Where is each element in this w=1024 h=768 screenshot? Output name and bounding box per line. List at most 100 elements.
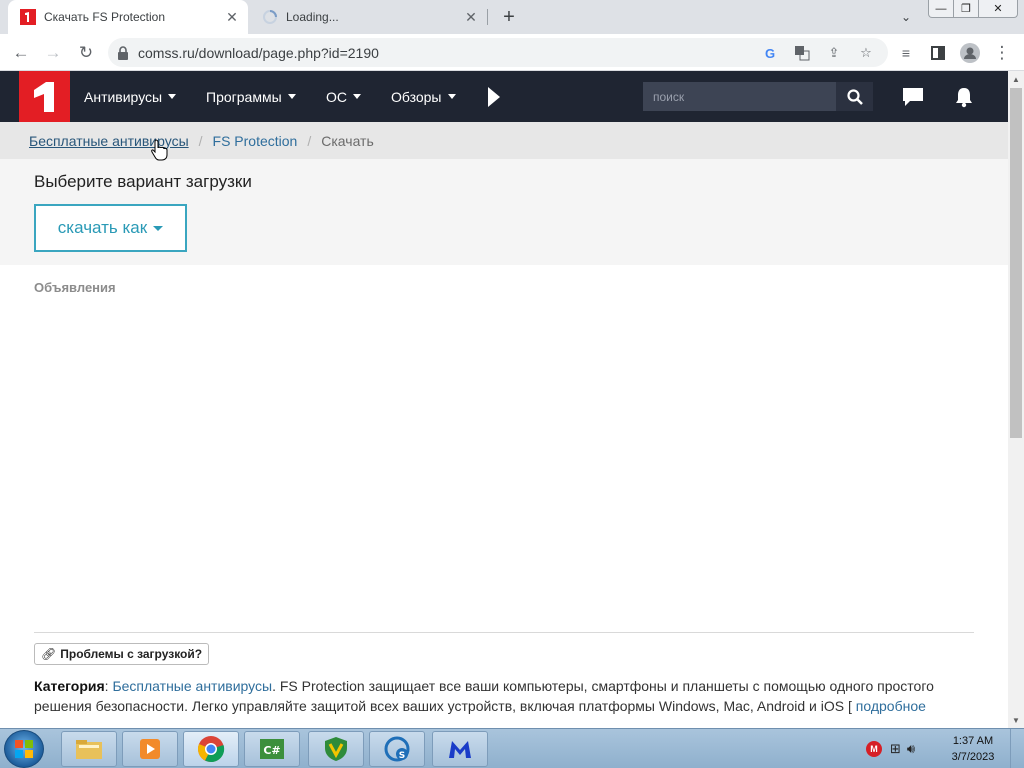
nav-label: Антивирусы (84, 88, 163, 105)
nav-programs[interactable]: Программы (206, 71, 296, 122)
tab-close-icon[interactable]: ✕ (461, 7, 481, 27)
chat-icon[interactable] (900, 84, 926, 110)
chrome-icon (198, 736, 225, 763)
clock[interactable]: 1:37 AM 3/7/2023 (944, 733, 1002, 765)
download-button-label: скачать как (57, 218, 148, 237)
tab-title: Loading... (286, 10, 339, 24)
explorer-task-button[interactable] (61, 731, 117, 767)
forward-arrow-icon[interactable]: → (40, 40, 66, 66)
minimize-button[interactable]: — (928, 0, 954, 18)
nav-reviews[interactable]: Обзоры (391, 71, 456, 122)
site-header: Антивирусы Программы ОС Обзоры поиск (0, 71, 1008, 122)
browser-toolbar: ← → ↻ comss.ru/download/page.php?id=2190… (0, 34, 1024, 71)
start-button[interactable] (4, 730, 44, 768)
scroll-down-arrow-icon[interactable]: ▼ (1008, 712, 1024, 728)
translate-icon[interactable] (792, 43, 812, 63)
chrome-task-button[interactable] (183, 731, 239, 767)
chrome-menu-icon[interactable]: ⋮ (989, 40, 1015, 66)
tab-close-icon[interactable]: ✕ (222, 7, 242, 27)
reading-list-icon[interactable]: ≡ (893, 40, 919, 66)
csharp-icon: C# (260, 739, 284, 759)
windows-taskbar: C# S M ⊞ 🔊︎ 1:37 AM 3/7/2023 (0, 728, 1024, 768)
folder-icon (76, 740, 102, 759)
network-icon[interactable]: ⊞ (890, 741, 901, 757)
site-logo[interactable] (19, 71, 70, 122)
clock-date: 3/7/2023 (951, 751, 995, 763)
csharp-app-task-button[interactable]: C# (244, 731, 300, 767)
media-player-icon (140, 739, 160, 759)
tab-strip: Скачать FS Protection ✕ Loading... ✕ + ⌄… (0, 0, 1024, 34)
new-tab-button[interactable]: + (497, 5, 521, 29)
address-bar[interactable]: comss.ru/download/page.php?id=2190 G ⇪ ☆ (108, 38, 888, 67)
bell-icon[interactable] (951, 84, 977, 110)
download-problems-button[interactable]: 🔗︎ Проблемы с загрузкой? (34, 643, 210, 665)
divider (34, 632, 974, 633)
scroll-thumb[interactable] (1010, 88, 1022, 438)
maximize-button[interactable]: ❐ (953, 0, 979, 18)
description: Категория: Бесплатные антивирусы. FS Pro… (34, 676, 974, 714)
breadcrumb-separator: / (198, 132, 203, 149)
nav-more-arrow-icon[interactable] (488, 87, 500, 107)
nav-label: Программы (206, 88, 282, 105)
media-player-task-button[interactable] (122, 731, 178, 767)
search-button[interactable] (836, 82, 873, 111)
malwarebytes-task-button[interactable] (432, 731, 488, 767)
caret-down-icon (447, 94, 456, 99)
hand-cursor-icon (151, 139, 169, 164)
svg-text:S: S (399, 751, 405, 761)
url-text: comss.ru/download/page.php?id=2190 (138, 44, 379, 61)
link-icon: 🔗︎ (41, 647, 57, 661)
nav-label: Обзоры (391, 88, 442, 105)
nav-antivirus[interactable]: Антивирусы (84, 71, 177, 122)
tab-active[interactable]: Скачать FS Protection ✕ (8, 0, 248, 34)
category-separator: : (104, 678, 109, 694)
problem-button-label: Проблемы с загрузкой? (60, 647, 203, 661)
volume-icon[interactable]: 🔊︎ (907, 741, 915, 757)
loading-spinner-icon (262, 9, 278, 25)
breadcrumb-separator: / (307, 132, 312, 149)
breadcrumb-current: Скачать (321, 132, 374, 149)
breadcrumb-link-fs-protection[interactable]: FS Protection (213, 133, 298, 149)
reload-icon[interactable]: ↻ (73, 40, 99, 66)
caret-down-icon (168, 94, 177, 99)
search-icon (846, 88, 863, 105)
shield-app-task-button[interactable] (308, 731, 364, 767)
category-link[interactable]: Бесплатные антивирусы (112, 678, 272, 694)
windows-logo-icon (15, 740, 33, 758)
download-as-button[interactable]: скачать как (34, 204, 187, 252)
nav-label: ОС (326, 88, 347, 105)
download-panel: Выберите вариант загрузки скачать как (0, 159, 1008, 265)
close-window-button[interactable]: ✕ (978, 0, 1018, 18)
back-arrow-icon[interactable]: ← (8, 40, 34, 66)
ads-label: Объявления (34, 280, 116, 295)
security-scan-task-button[interactable]: S (369, 731, 425, 767)
tab-separator (487, 9, 488, 25)
download-title: Выберите вариант загрузки (34, 172, 252, 191)
search-input[interactable]: поиск (643, 82, 836, 111)
caret-down-icon (287, 94, 296, 99)
tab-loading[interactable]: Loading... ✕ (252, 0, 487, 34)
malwarebytes-icon (449, 741, 471, 758)
side-panel-icon[interactable] (925, 40, 951, 66)
caret-down-icon (153, 225, 164, 231)
category-label: Категория (34, 678, 105, 694)
lock-icon (108, 45, 138, 60)
share-icon[interactable]: ⇪ (824, 43, 844, 63)
tab-search-chevron-icon[interactable]: ⌄ (896, 8, 916, 26)
scan-icon: S (384, 736, 410, 762)
more-link[interactable]: подробное (856, 698, 926, 714)
tab-title: Скачать FS Protection (44, 10, 166, 24)
bookmark-star-icon[interactable]: ☆ (856, 43, 876, 63)
clock-time: 1:37 AM (952, 735, 994, 747)
page-scrollbar[interactable]: ▲ ▼ (1008, 71, 1024, 728)
profile-avatar-icon[interactable] (957, 40, 983, 66)
shield-icon (325, 737, 347, 761)
show-desktop-button[interactable] (1010, 729, 1024, 768)
nav-os[interactable]: ОС (326, 71, 361, 122)
caret-down-icon (353, 94, 361, 99)
antivirus-tray-icon[interactable]: M (866, 741, 882, 757)
svg-text:C#: C# (263, 744, 280, 757)
scroll-up-arrow-icon[interactable]: ▲ (1008, 71, 1024, 87)
system-tray: M ⊞ 🔊︎ (866, 729, 915, 768)
google-icon[interactable]: G (760, 43, 780, 63)
